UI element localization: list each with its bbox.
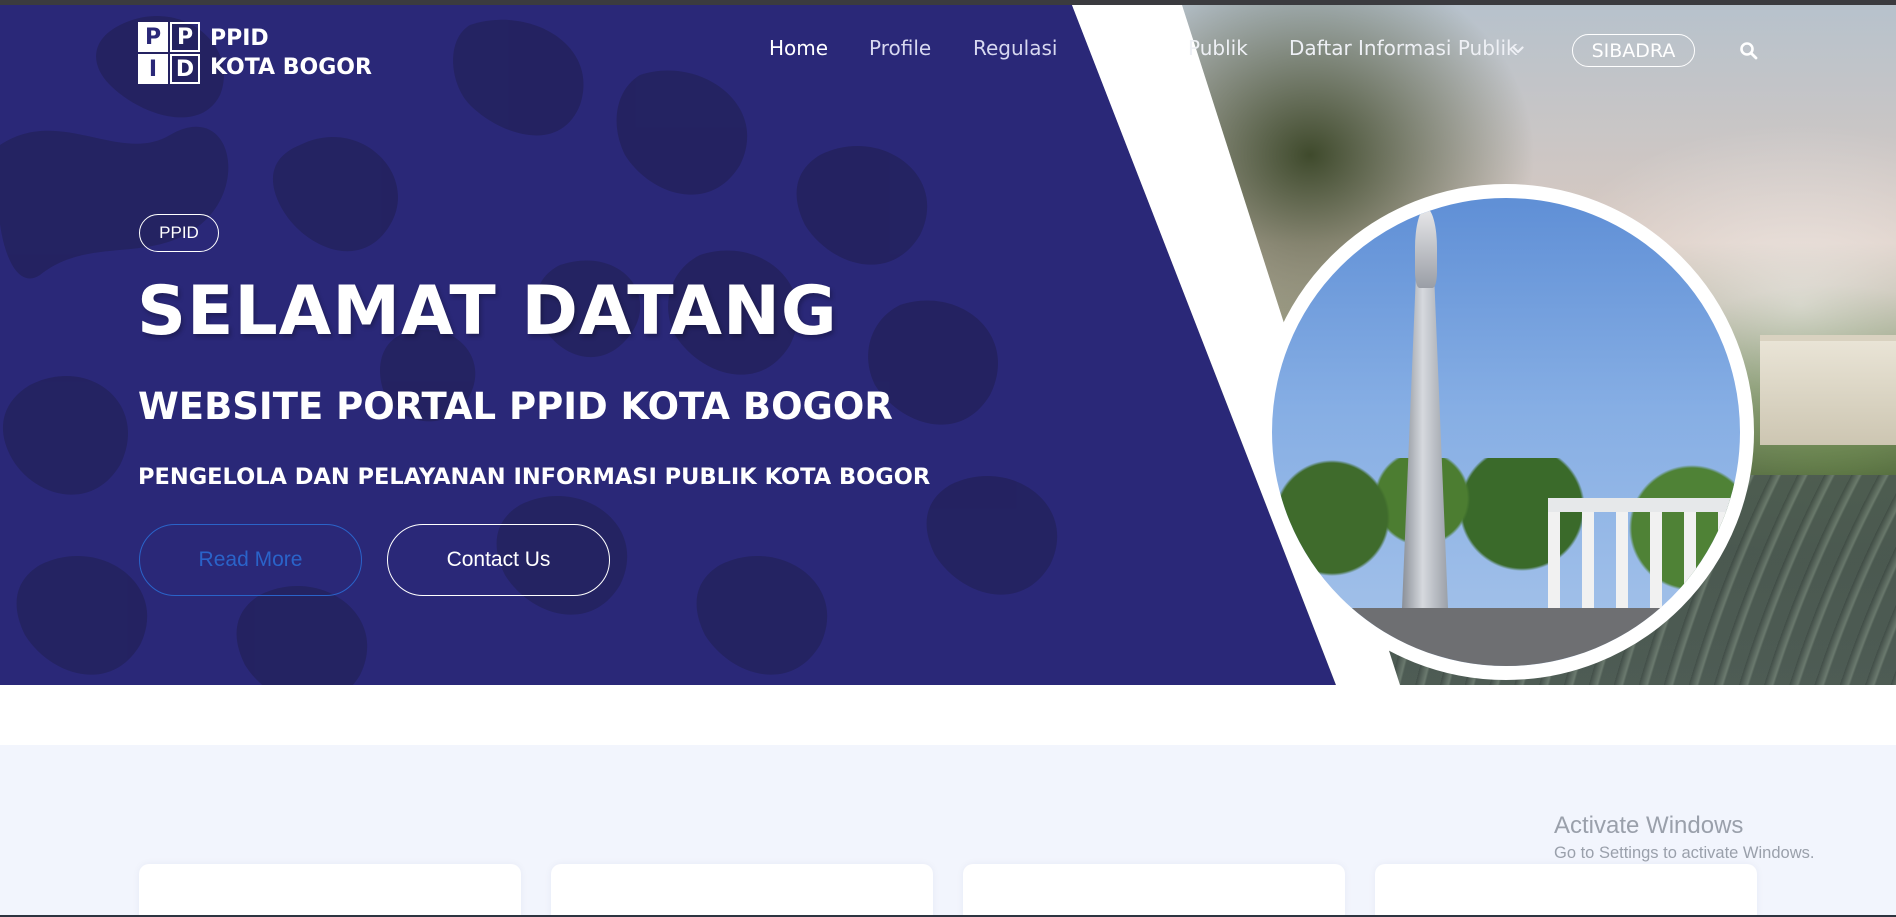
nav-regulasi[interactable]: Regulasi: [973, 36, 1057, 60]
site-name: PPID KOTA BOGOR: [210, 24, 372, 82]
monument-photo: [1258, 184, 1754, 680]
nav-profile[interactable]: Profile: [869, 36, 931, 60]
palace-building: [1760, 335, 1896, 445]
monument-tower: [1402, 278, 1448, 608]
activate-windows-watermark: Activate Windows Go to Settings to activ…: [1554, 812, 1815, 862]
read-more-button[interactable]: Read More: [139, 524, 362, 596]
hero-tagline: PENGELOLA DAN PELAYANAN INFORMASI PUBLIK…: [138, 464, 931, 490]
nav-home[interactable]: Home: [769, 36, 828, 60]
hero-title: SELAMAT DATANG: [137, 272, 838, 351]
site-name-line2: KOTA BOGOR: [210, 55, 372, 80]
browser-top-edge: [0, 0, 1896, 5]
search-icon[interactable]: [1739, 41, 1759, 61]
service-card[interactable]: [139, 864, 521, 917]
service-card[interactable]: [1375, 864, 1757, 917]
contact-us-button[interactable]: Contact Us: [387, 524, 610, 596]
service-card[interactable]: [963, 864, 1345, 917]
service-card[interactable]: [551, 864, 933, 917]
ppid-logo-mark: P P I D: [138, 22, 200, 84]
nav-publik[interactable]: Publik: [1188, 36, 1248, 60]
nav-daftar-informasi-publik[interactable]: Daftar Informasi Publik: [1289, 36, 1518, 60]
site-logo[interactable]: P P I D PPID KOTA BOGOR: [138, 22, 372, 84]
chevron-down-icon[interactable]: [1512, 44, 1524, 56]
site-name-line1: PPID: [210, 26, 269, 51]
hero-subtitle: WEBSITE PORTAL PPID KOTA BOGOR: [138, 385, 893, 428]
monument-gate: [1548, 498, 1740, 618]
sibadra-button[interactable]: SIBADRA: [1572, 34, 1695, 67]
ppid-badge: PPID: [139, 214, 219, 252]
